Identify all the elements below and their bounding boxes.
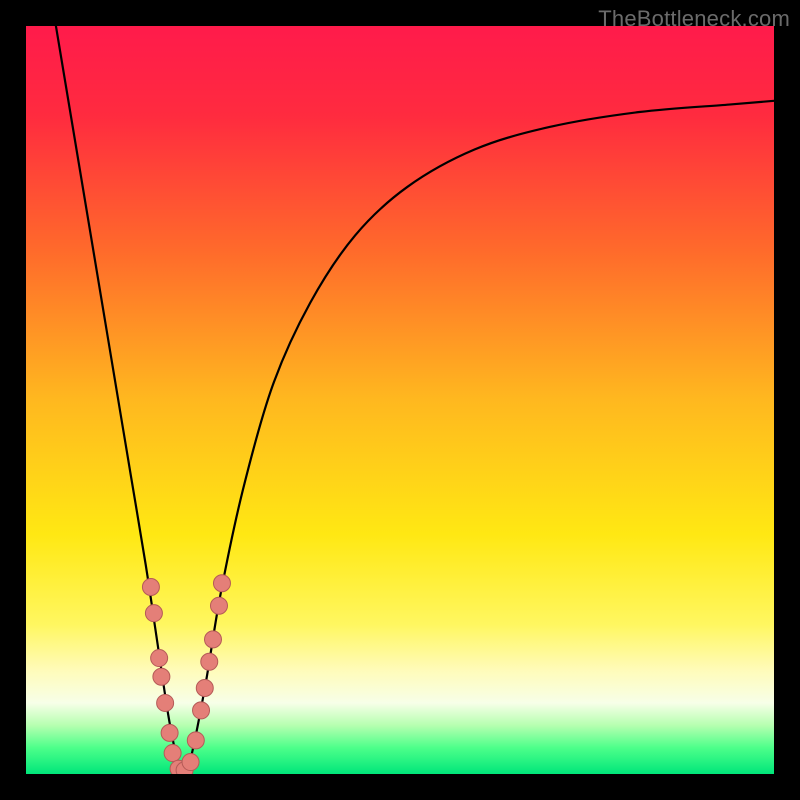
data-marker — [213, 575, 230, 592]
data-marker — [145, 605, 162, 622]
data-marker — [142, 579, 159, 596]
watermark-text: TheBottleneck.com — [598, 6, 790, 32]
data-marker — [151, 650, 168, 667]
data-marker — [210, 597, 227, 614]
data-marker — [201, 653, 218, 670]
data-markers — [142, 575, 230, 774]
chart-frame: TheBottleneck.com — [0, 0, 800, 800]
data-marker — [182, 754, 199, 771]
data-marker — [193, 702, 210, 719]
data-marker — [205, 631, 222, 648]
plot-area — [26, 26, 774, 774]
data-marker — [161, 724, 178, 741]
data-marker — [157, 694, 174, 711]
data-marker — [187, 732, 204, 749]
curve-layer — [26, 26, 774, 774]
data-marker — [196, 679, 213, 696]
data-marker — [153, 668, 170, 685]
data-marker — [164, 745, 181, 762]
